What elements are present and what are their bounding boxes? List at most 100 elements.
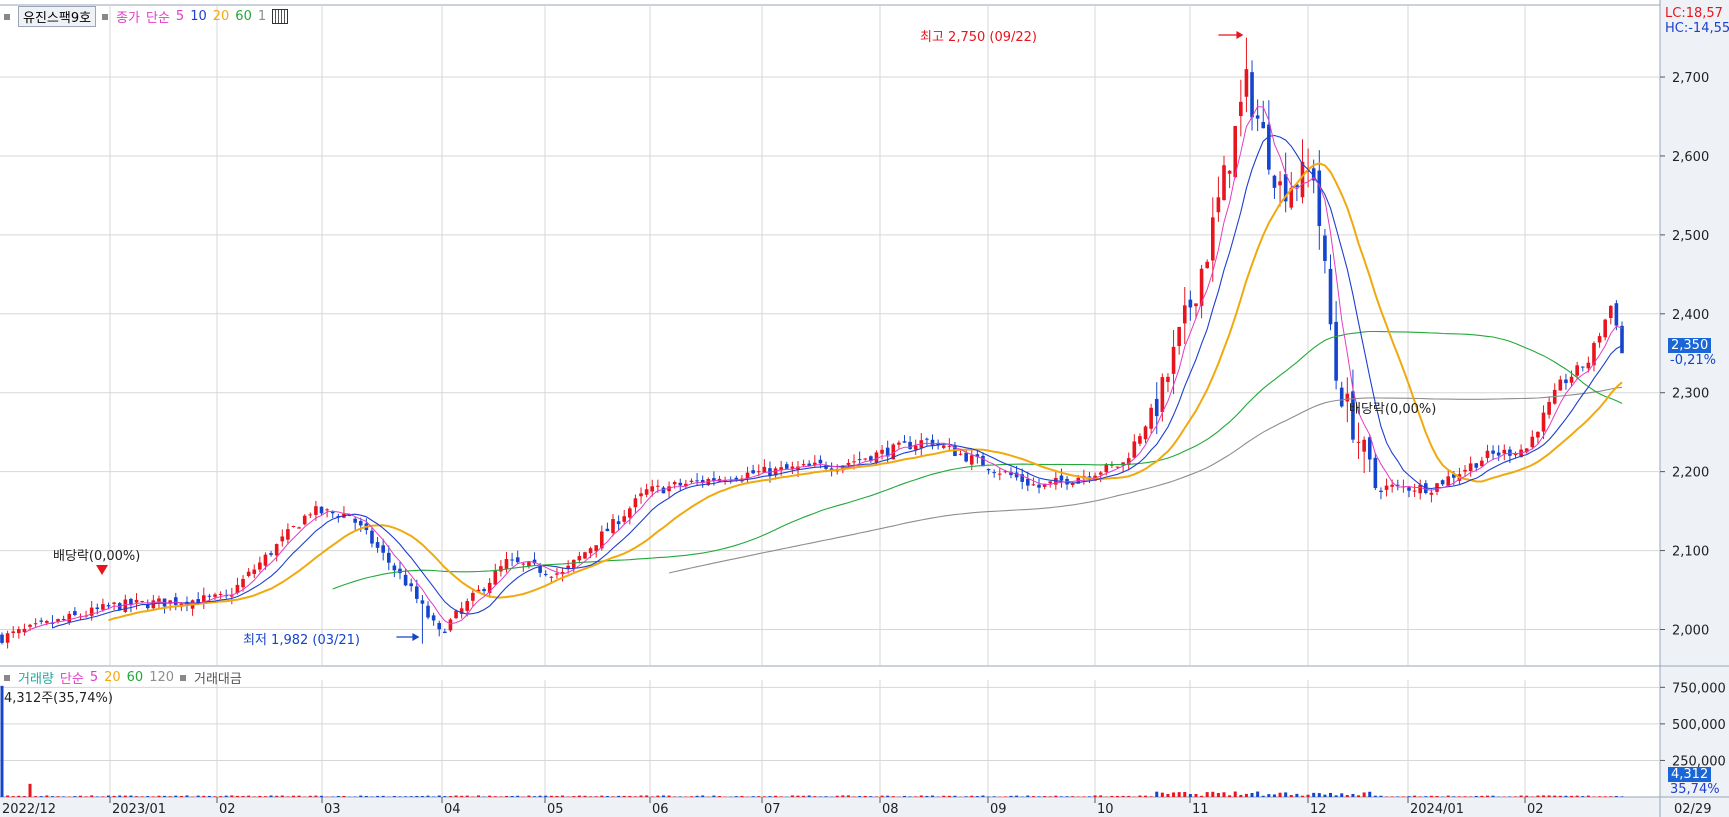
stock-name-box[interactable]: 유진스팩9호 — [18, 6, 97, 27]
x-tick-label: 12 — [1310, 802, 1327, 817]
volume-bar — [1598, 796, 1602, 797]
chart-background — [0, 0, 1729, 817]
volume-bar — [992, 796, 996, 797]
candle-body — [134, 599, 139, 603]
candle-body — [1216, 197, 1221, 213]
legend-method: 단순 — [146, 11, 170, 26]
x-tick-label: 07 — [764, 802, 781, 817]
volume-bar — [970, 795, 974, 797]
volume-current-label: 4,312주(35,74%) — [4, 691, 113, 706]
volume-bar — [1312, 792, 1316, 797]
volume-bar — [577, 795, 581, 797]
volume-bar — [17, 795, 21, 797]
candle-body — [1227, 170, 1232, 174]
volume-bar — [1003, 796, 1007, 797]
volume-bar — [95, 796, 99, 797]
calendar-icon[interactable] — [272, 9, 289, 24]
volume-bar — [1614, 796, 1618, 797]
x-tick-label: 05 — [547, 802, 564, 817]
candle-body — [678, 482, 683, 486]
candle-body — [471, 592, 475, 601]
candle-body — [112, 602, 116, 604]
candle-body — [1536, 431, 1540, 438]
volume-bar — [151, 796, 155, 797]
volume-bar — [1469, 796, 1473, 797]
volume-bar — [1177, 792, 1181, 797]
candle-body — [1115, 466, 1120, 468]
candle-body — [818, 459, 823, 464]
volume-bar — [207, 795, 211, 797]
candle-body — [45, 621, 49, 623]
volume-bar — [779, 796, 783, 797]
volume-bar — [1216, 792, 1220, 797]
volume-bar — [1446, 795, 1450, 797]
volume-bar — [1110, 795, 1114, 797]
candle-body — [902, 441, 907, 443]
volume-bar — [1357, 795, 1361, 797]
volume-bar — [1306, 794, 1310, 797]
volume-bar — [107, 795, 111, 797]
volume-bar — [1261, 795, 1265, 797]
x-tick-label: 2022/12 — [2, 802, 56, 817]
volume-bar — [286, 796, 290, 797]
candle-body — [925, 438, 929, 440]
stock-chart[interactable]: 2,000 2,100 2,200 2,300 2,400 2,500 2,600 2,700… — [0, 0, 1729, 817]
volume-bar — [807, 795, 811, 797]
candle-body — [1580, 366, 1585, 368]
volume-bar — [695, 795, 699, 797]
legend-ma120: 1 — [257, 9, 267, 24]
candle-body — [1205, 261, 1209, 269]
volume-bar — [981, 795, 985, 797]
x-tick-label: 10 — [1097, 802, 1114, 817]
candle-body — [1328, 268, 1333, 325]
candle-body — [101, 604, 105, 610]
volume-bar — [269, 795, 273, 797]
candle-body — [790, 466, 795, 469]
y-tick-label: 2,700 — [1672, 71, 1709, 86]
candle-body — [1261, 122, 1266, 129]
volume-bar — [902, 795, 906, 797]
volume-bar — [1373, 795, 1377, 797]
volume-bar — [846, 795, 850, 797]
volume-bar — [1575, 795, 1579, 797]
candle-body — [880, 449, 884, 454]
low-annotation: 최저 1,982 (03/21) — [243, 633, 361, 648]
volume-bar — [426, 795, 430, 797]
candle-body — [515, 557, 520, 563]
volume-bar — [1043, 796, 1047, 797]
volume-bar — [364, 796, 368, 797]
candle-body — [1603, 319, 1607, 338]
volume-bar — [1385, 796, 1389, 797]
candle-body — [583, 552, 587, 559]
volume-bar — [1474, 795, 1478, 797]
candle-body — [1194, 303, 1198, 307]
volume-bar — [1087, 796, 1091, 797]
bottom-axis-panel — [0, 797, 1729, 817]
volume-bar — [308, 795, 312, 797]
volume-bar — [1149, 796, 1153, 797]
candle-body — [913, 445, 918, 450]
candle-body — [1440, 480, 1445, 485]
volume-bar — [359, 795, 363, 797]
candle-body — [1188, 299, 1193, 308]
candle-body — [571, 559, 576, 568]
volume-bar — [1340, 793, 1344, 797]
candle-body — [538, 566, 542, 573]
y-tick-label: 2,200 — [1672, 466, 1709, 481]
volume-bar — [1586, 795, 1590, 797]
volume-bar — [230, 795, 234, 797]
x-tick-label: 2023/01 — [112, 802, 166, 817]
candle-body — [201, 595, 206, 602]
candle-body — [762, 466, 767, 473]
volume-bar — [1009, 795, 1013, 797]
volume-bar — [734, 796, 738, 797]
volume-bar — [1429, 795, 1433, 797]
volume-bar — [594, 796, 598, 797]
candle-body — [1278, 181, 1282, 186]
price-legend: 유진스팩9호 종가 단순 5 10 20 60 1 — [4, 6, 289, 27]
candle-body — [106, 605, 111, 607]
candle-body — [633, 498, 638, 508]
volume-bar — [880, 795, 884, 797]
legend-volume-ma120: 120 — [149, 670, 175, 685]
volume-bar — [712, 795, 716, 797]
